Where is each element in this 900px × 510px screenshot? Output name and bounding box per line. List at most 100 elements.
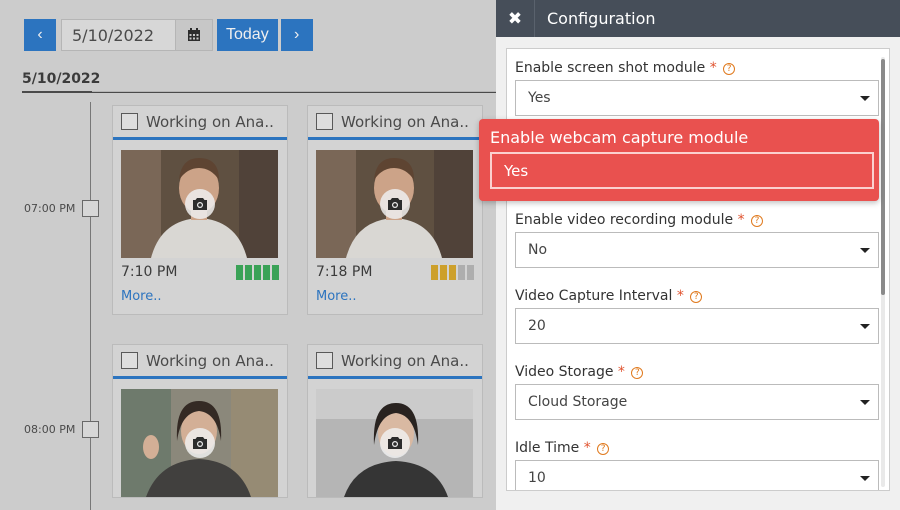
field-label: Enable video recording module * ?	[515, 212, 764, 228]
caret-down-icon	[860, 95, 870, 101]
select-value: Yes	[528, 90, 551, 106]
caret-down-icon	[860, 475, 870, 481]
field-label-text: Video Capture Interval	[515, 288, 673, 304]
date-input[interactable]: 5/10/2022	[61, 19, 175, 51]
required-mark: *	[583, 440, 591, 456]
hour-checkbox[interactable]	[82, 200, 99, 217]
idle-time-select[interactable]: 10	[515, 460, 879, 490]
card-header: Working on Ana..	[113, 106, 287, 140]
select-value: Yes	[504, 161, 529, 180]
webcam-module-highlight: Enable webcam capture module Yes	[479, 119, 879, 201]
panel-title: Configuration	[534, 0, 656, 37]
card-title: Working on Ana..	[341, 112, 469, 131]
date-heading: 5/10/2022	[22, 71, 101, 87]
card-title: Working on Ana..	[146, 351, 274, 370]
calendar-button[interactable]	[175, 19, 213, 51]
prev-day-button[interactable]: ‹	[24, 19, 56, 51]
card-checkbox[interactable]	[121, 113, 138, 130]
activity-segment	[440, 264, 447, 280]
help-icon[interactable]: ?	[751, 215, 764, 227]
card-footer: 7:18 PM	[308, 258, 482, 280]
activity-segment	[272, 264, 279, 280]
chevron-right-icon: ›	[294, 26, 300, 43]
select-value: No	[528, 242, 548, 258]
activity-segment	[467, 264, 474, 280]
field-label: Video Storage * ?	[515, 364, 644, 380]
screenshot-card: Working on Ana..	[112, 344, 288, 498]
activity-segment	[449, 264, 456, 280]
today-button[interactable]: Today	[217, 19, 278, 51]
timeline-area: ‹ 5/10/2022 Today › 5/10/2022 07:00 PM 0…	[0, 0, 496, 510]
highlight-label: Enable webcam capture module	[490, 128, 749, 147]
next-day-button[interactable]: ›	[280, 19, 313, 51]
time-label: 08:00 PM	[24, 423, 76, 436]
card-header: Working on Ana..	[113, 345, 287, 379]
field-label-text: Idle Time	[515, 440, 580, 456]
calendar-icon	[188, 28, 200, 41]
field-label-text: Enable video recording module	[515, 212, 734, 228]
screenshot-card: Working on Ana.. 7:18 PM More..	[307, 105, 483, 315]
video-interval-select[interactable]: 20	[515, 308, 879, 344]
webcam-thumbnail[interactable]	[316, 389, 473, 497]
panel-header: ✖ Configuration	[496, 0, 900, 37]
video-recording-select[interactable]: No	[515, 232, 879, 268]
activity-meter	[431, 264, 474, 280]
help-icon[interactable]: ?	[690, 291, 703, 303]
select-value: Cloud Storage	[528, 394, 628, 410]
more-link[interactable]: More..	[113, 280, 287, 314]
date-divider	[22, 91, 496, 93]
card-title: Working on Ana..	[146, 112, 274, 131]
capture-time: 7:10 PM	[121, 264, 178, 280]
caret-down-icon	[860, 323, 870, 329]
time-label: 07:00 PM	[24, 202, 76, 215]
activity-segment	[245, 264, 252, 280]
card-header: Working on Ana..	[308, 106, 482, 140]
activity-segment	[263, 264, 270, 280]
activity-segment	[254, 264, 261, 280]
select-value: 20	[528, 318, 546, 334]
required-mark: *	[676, 288, 684, 304]
timeline-axis	[90, 102, 91, 510]
card-footer: 7:10 PM	[113, 258, 287, 280]
date-input-value: 5/10/2022	[72, 25, 155, 45]
required-mark: *	[617, 364, 625, 380]
hour-checkbox[interactable]	[82, 421, 99, 438]
card-title: Working on Ana..	[341, 351, 469, 370]
webcam-thumbnail[interactable]	[121, 150, 278, 258]
video-storage-select[interactable]: Cloud Storage	[515, 384, 879, 420]
activity-meter	[236, 264, 279, 280]
field-label: Enable screen shot module * ?	[515, 60, 736, 76]
field-label: Idle Time * ?	[515, 440, 610, 456]
activity-segment	[236, 264, 243, 280]
camera-icon	[379, 189, 410, 219]
webcam-module-select[interactable]: Yes	[490, 152, 874, 189]
help-icon[interactable]: ?	[723, 63, 736, 75]
date-toolbar: ‹ 5/10/2022 Today ›	[24, 19, 313, 51]
config-form: Enable screen shot module * ? Yes Enable…	[506, 48, 890, 491]
configuration-panel: ✖ Configuration Enable screen shot modul…	[496, 0, 900, 510]
field-label-text: Video Storage	[515, 364, 614, 380]
card-checkbox[interactable]	[316, 113, 333, 130]
capture-time: 7:18 PM	[316, 264, 373, 280]
more-link[interactable]: More..	[308, 280, 482, 314]
caret-down-icon	[860, 247, 870, 253]
screenshot-module-select[interactable]: Yes	[515, 80, 879, 116]
webcam-thumbnail[interactable]	[316, 150, 473, 258]
field-label: Video Capture Interval * ?	[515, 288, 703, 304]
activity-segment	[458, 264, 465, 280]
help-icon[interactable]: ?	[597, 443, 610, 455]
scrollbar-thumb[interactable]	[881, 59, 885, 295]
required-mark: *	[737, 212, 745, 228]
help-icon[interactable]: ?	[631, 367, 644, 379]
field-label-text: Enable screen shot module	[515, 60, 706, 76]
screenshot-card: Working on Ana..	[307, 344, 483, 498]
card-checkbox[interactable]	[121, 352, 138, 369]
card-header: Working on Ana..	[308, 345, 482, 379]
camera-icon	[184, 428, 215, 458]
webcam-thumbnail[interactable]	[121, 389, 278, 497]
required-mark: *	[709, 60, 717, 76]
select-value: 10	[528, 470, 546, 486]
close-button[interactable]: ✖	[496, 0, 534, 37]
card-checkbox[interactable]	[316, 352, 333, 369]
screenshot-card: Working on Ana.. 7:10 PM More..	[112, 105, 288, 315]
